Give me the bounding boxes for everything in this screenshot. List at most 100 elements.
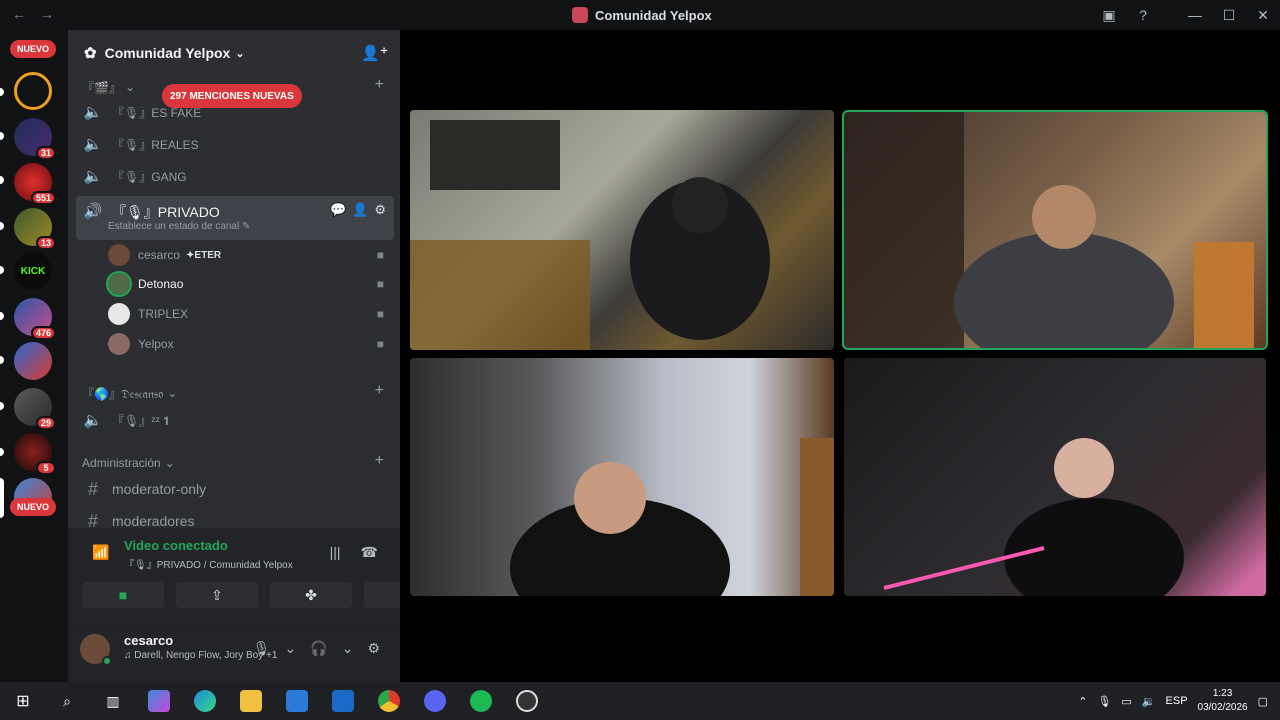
video-tile-3[interactable]: [410, 358, 834, 596]
mail-icon[interactable]: [332, 690, 354, 712]
chevron-down-icon: ⌄: [167, 386, 178, 400]
voice-channel-gang[interactable]: 🔈 『🎙』GANG: [76, 162, 394, 190]
inbox-icon[interactable]: ▣: [1092, 0, 1126, 30]
server-name: Comunidad Yelpox: [104, 45, 231, 61]
member-name: cesarco: [138, 248, 181, 262]
search-icon[interactable]: ⌕: [56, 690, 78, 712]
screen-share-icon: ⇪: [211, 586, 223, 603]
add-channel-icon[interactable]: +: [375, 452, 384, 470]
camera-icon: ■: [376, 248, 384, 262]
maximize-button[interactable]: ☐: [1212, 0, 1246, 30]
file-explorer-icon[interactable]: [240, 690, 262, 712]
guild-red[interactable]: 551: [14, 163, 56, 205]
task-view-icon[interactable]: ▥: [102, 690, 124, 712]
activities-button[interactable]: ✤: [270, 582, 352, 608]
network-icon[interactable]: ▭: [1121, 695, 1131, 708]
channel-actions: 💬 👤 ⚙: [330, 202, 386, 218]
copilot-icon[interactable]: [148, 690, 170, 712]
edge-icon[interactable]: [194, 690, 216, 712]
chat-icon[interactable]: 💬: [330, 202, 346, 218]
store-icon[interactable]: [286, 690, 308, 712]
speaker-icon: 🔈: [83, 136, 103, 153]
unread-pill: [0, 356, 4, 364]
chrome-icon[interactable]: [378, 690, 400, 712]
windows-start-icon[interactable]: ⊞: [12, 690, 34, 712]
clock[interactable]: 1:23 03/02/2026: [1198, 687, 1248, 715]
minimize-button[interactable]: —: [1178, 0, 1212, 30]
add-channel-icon[interactable]: +: [375, 76, 384, 94]
speaker-icon: 🔈: [83, 104, 103, 121]
chevron-down-icon[interactable]: ⌄: [285, 640, 297, 657]
system-tray: ⌃ 🎙 ▭ 🔉 ESP 1:23 03/02/2026 ▢: [1078, 682, 1268, 720]
voice-channel-reales[interactable]: 🔈 『🎙』REALES: [76, 130, 394, 158]
microphone-icon[interactable]: 🎙: [253, 640, 271, 657]
nav-buttons: ← →: [12, 6, 54, 22]
disconnect-icon[interactable]: ☎: [361, 544, 378, 561]
camera-button[interactable]: ■: [82, 582, 164, 608]
unread-pill: [0, 402, 4, 410]
language-indicator[interactable]: ESP: [1166, 695, 1188, 707]
mention-badge: 29: [35, 416, 56, 430]
user-panel: cesarco ♫ Darell, Nengo Flow, Jory Boy +…: [68, 626, 400, 682]
mention-badge: 5: [36, 461, 56, 475]
video-tile-2[interactable]: [842, 110, 1268, 350]
camera-icon: ■: [118, 587, 128, 603]
invite-icon[interactable]: 👤: [352, 202, 368, 218]
voice-channel-privado[interactable]: 🔊 『🎙』PRIVADO Establece un estado de cana…: [76, 196, 394, 240]
microphone-tray-icon[interactable]: 🎙: [1097, 695, 1111, 708]
server-header[interactable]: ✿ Comunidad Yelpox ⌄ 👤⁺: [68, 30, 400, 76]
noise-suppression-icon[interactable]: |||: [330, 544, 341, 561]
channel-name: 『🎙』PRIVADO: [112, 204, 220, 220]
category-descanso[interactable]: 『🌎』𝔇𝔢𝔰𝔠𝔞𝔫𝔰𝔬 ⌄: [82, 384, 177, 402]
invite-people-icon[interactable]: 👤⁺: [361, 44, 388, 62]
video-tile-4[interactable]: [844, 358, 1266, 596]
volume-icon[interactable]: 🔉: [1142, 695, 1156, 708]
avatar: [108, 303, 130, 325]
guild-hero[interactable]: 31: [14, 118, 56, 160]
voice-status[interactable]: Video conectado: [124, 538, 228, 553]
unread-pill: [0, 176, 4, 184]
discord-icon[interactable]: [424, 690, 446, 712]
video-tile-1[interactable]: [410, 110, 834, 350]
notifications-icon[interactable]: ▢: [1258, 695, 1268, 708]
category-administracion[interactable]: Administración ⌄: [82, 454, 175, 472]
add-channel-icon[interactable]: +: [375, 382, 384, 400]
voice-member[interactable]: cesarco ✦ETER ■: [108, 241, 388, 269]
help-icon[interactable]: ?: [1126, 0, 1160, 30]
forward-arrow-icon[interactable]: →: [40, 6, 54, 22]
guild-anime[interactable]: 476: [14, 298, 56, 340]
app-icon[interactable]: [516, 690, 538, 712]
guild-green[interactable]: 13: [14, 208, 56, 250]
headphones-icon[interactable]: 🎧: [310, 640, 327, 657]
voice-member[interactable]: Yelpox ■: [108, 330, 388, 358]
user-name[interactable]: cesarco: [124, 633, 173, 648]
channel-status[interactable]: Establece un estado de canal ✎: [108, 221, 250, 232]
gear-icon[interactable]: ⚙: [374, 202, 386, 218]
avatar: [108, 244, 130, 266]
guild-kick[interactable]: KICK: [14, 252, 52, 290]
category-top[interactable]: 『🎬』 ⌄: [82, 78, 135, 96]
speaker-icon: 🔈: [83, 412, 103, 429]
close-button[interactable]: ✕: [1246, 0, 1280, 30]
unread-pill: [0, 266, 4, 274]
voice-location[interactable]: 『🎙』PRIVADO / Comunidad Yelpox: [124, 556, 293, 571]
back-arrow-icon[interactable]: ←: [12, 6, 26, 22]
voice-channel-es-fake[interactable]: 🔈 『🎙』ES FAKE: [76, 98, 394, 126]
voice-member[interactable]: TRIPLEX ■: [108, 300, 388, 328]
guild-dark[interactable]: 5: [14, 433, 56, 475]
guild-gray[interactable]: 29: [14, 388, 56, 430]
voice-member[interactable]: Detonao ■: [106, 270, 388, 298]
voice-channel-zz[interactable]: 🔈 『🎙』ᶻᶻ 𝟏: [76, 406, 394, 434]
chevron-up-icon[interactable]: ⌃: [1078, 695, 1087, 708]
guild-c[interactable]: [14, 72, 52, 110]
selected-pill: [0, 478, 4, 518]
guild-blue[interactable]: [14, 342, 52, 380]
chevron-down-icon[interactable]: ⌄: [342, 640, 354, 657]
chevron-down-icon: ⌄: [164, 456, 175, 470]
spotify-icon[interactable]: [470, 690, 492, 712]
signal-icon[interactable]: 📶: [92, 544, 109, 561]
gear-icon[interactable]: ⚙: [367, 640, 380, 657]
screen-share-button[interactable]: ⇪: [176, 582, 258, 608]
text-channel-moderator-only[interactable]: # moderator-only: [76, 475, 394, 503]
camera-icon: ■: [376, 337, 384, 351]
